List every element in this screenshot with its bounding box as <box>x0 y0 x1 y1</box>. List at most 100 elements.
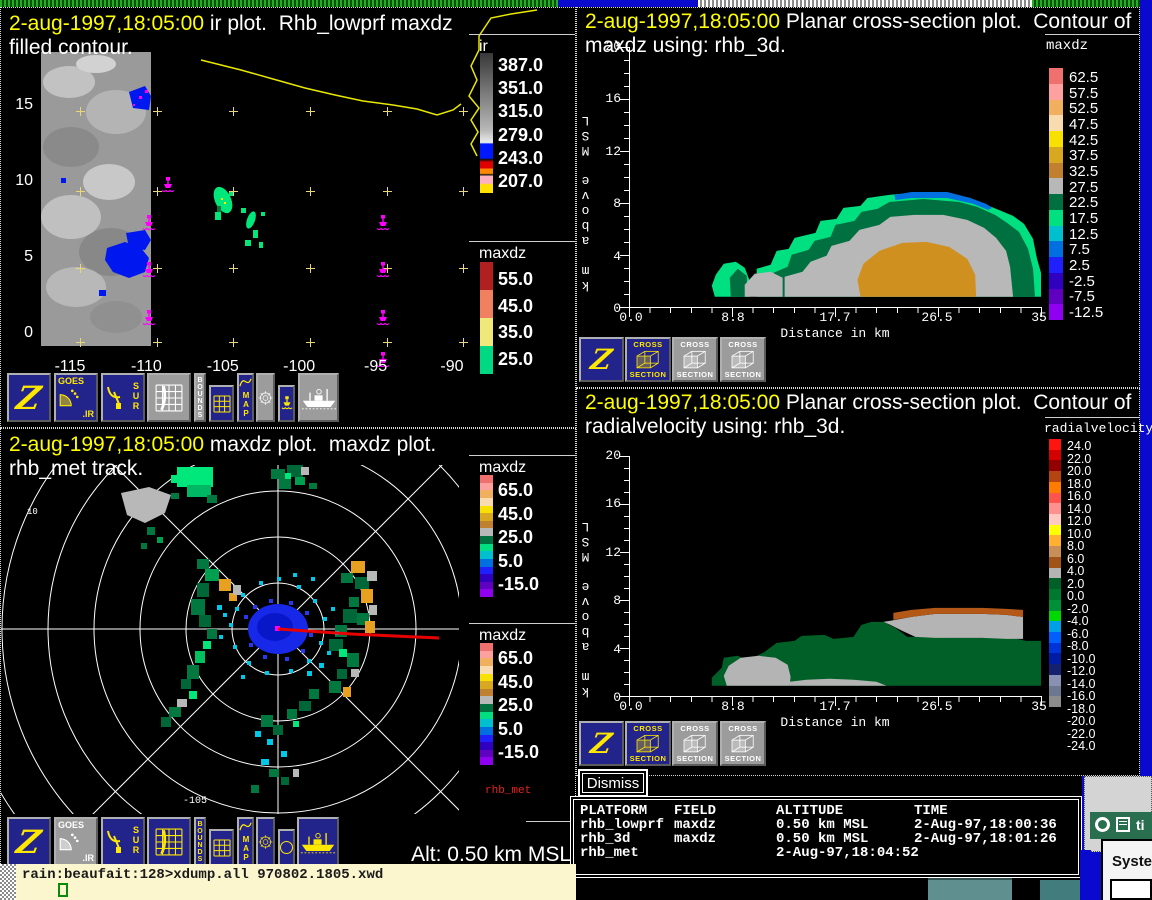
ship-marker-icon <box>142 310 156 327</box>
colorbar-segment <box>480 506 493 514</box>
colorbar-value: 2.5 <box>1069 258 1121 273</box>
radialvelocity-contour-plot[interactable] <box>630 456 1041 696</box>
satellite-dish-icon <box>58 388 80 408</box>
radar-grid-button[interactable] <box>147 373 191 422</box>
plus-mark-icon <box>229 187 238 196</box>
top-border-green2 <box>1032 0 1140 7</box>
colorbar-value: 387.0 <box>498 56 558 74</box>
y-tick-label: 10 <box>9 172 33 190</box>
plus-mark-icon <box>76 187 85 196</box>
colorbar-value: 4.0 <box>1067 565 1119 578</box>
map-button[interactable]: MAP <box>237 817 254 866</box>
cross-section-button-3[interactable]: CROSS SECTION <box>720 721 766 766</box>
xterm-window[interactable]: rain:beaufait:128>xdump.all 970802.1805.… <box>0 864 576 900</box>
radar-dish-icon <box>106 828 128 854</box>
goes-label: GOES <box>58 376 84 386</box>
zebra-logo-button[interactable]: Z <box>7 373 51 422</box>
colorbar-value: 47.5 <box>1069 117 1121 132</box>
colorbar-segment <box>480 536 493 544</box>
bounds-button[interactable]: BOUNDS <box>194 373 206 422</box>
top-border-grey <box>698 0 1032 7</box>
legend-separator <box>469 455 575 456</box>
legend-separator <box>469 623 575 624</box>
zebra-logo-button[interactable]: Z <box>7 817 51 866</box>
radar-grid-button[interactable] <box>147 817 191 866</box>
legend-separator <box>526 821 574 822</box>
colorbar-segment <box>1049 450 1061 461</box>
circle-button[interactable] <box>278 829 295 866</box>
zebra-logo-button[interactable]: Z <box>579 721 624 766</box>
ship-button[interactable] <box>298 373 339 422</box>
panel-ir-plot: 2-aug-1997,18:05:00 ir plot. Rhb_lowprf … <box>0 7 576 428</box>
colorbar-segment <box>1049 163 1063 179</box>
colorbar-segment <box>1049 514 1061 525</box>
colorbar-segment <box>1049 546 1061 557</box>
cross-label: CROSS <box>680 725 709 733</box>
y-tick-label: 16 <box>601 497 621 510</box>
plus-mark-icon <box>459 264 468 273</box>
ship-marker-icon <box>142 262 156 279</box>
ppi-radar-display[interactable] <box>1 465 459 814</box>
small-grid-button[interactable] <box>209 385 234 422</box>
cell: 2-Aug-97,18:04:52 <box>776 845 919 861</box>
buoy-button[interactable] <box>278 385 295 422</box>
small-grid-button[interactable] <box>209 829 234 866</box>
status-row: rhb_3d maxdz 0.50 km MSL 2-Aug-97,18:01:… <box>574 831 1078 846</box>
window-menu-circle-icon[interactable] <box>1095 817 1110 832</box>
maxdz-contour-plot[interactable] <box>630 47 1041 307</box>
colorbar-segment <box>1049 194 1063 210</box>
colorbar-segment <box>1049 210 1063 226</box>
plus-mark-icon <box>306 187 315 196</box>
cube-icon <box>679 349 711 371</box>
colorbar-segment <box>1049 664 1061 675</box>
dismiss-button[interactable]: Dismiss <box>578 769 648 797</box>
colorbar-value: 45.0 <box>498 297 558 315</box>
map-label: MAP <box>242 835 250 862</box>
azimuth-wheel-button[interactable] <box>256 373 275 422</box>
cross-section-button-2[interactable]: CROSS SECTION <box>672 721 718 766</box>
y-minor-ticks <box>624 47 629 309</box>
colorbar-value: -4.0 <box>1067 615 1119 628</box>
cross-section-button-3[interactable]: CROSS SECTION <box>720 337 766 382</box>
y-axis-title: km above MSL <box>579 519 592 699</box>
window-doc-icon[interactable] <box>1116 817 1130 832</box>
ship-button[interactable] <box>297 817 339 866</box>
colorbar-label: radialvelocity <box>1044 421 1152 436</box>
ir-colorbar-values: 387.0351.0315.0279.0243.0207.0 <box>498 56 558 190</box>
colorbar-segment <box>1049 578 1061 589</box>
colorbar-segment <box>480 490 493 498</box>
cross-section-button-1[interactable]: CROSS SECTION <box>625 337 671 382</box>
colorbar-segment <box>1049 131 1063 147</box>
map-button[interactable]: MAP <box>237 373 254 422</box>
x-tick-label: 8.8 <box>716 700 750 713</box>
section-label: SECTION <box>677 755 714 763</box>
zebra-z-icon: Z <box>14 823 44 861</box>
surveillance-radar-button[interactable]: SUR <box>101 373 145 422</box>
goes-label: GOES <box>58 820 84 830</box>
zebra-display-root: 2-aug-1997,18:05:00 ir plot. Rhb_lowprf … <box>0 0 1152 900</box>
surveillance-radar-button[interactable]: SUR <box>101 817 145 866</box>
goes-ir-button[interactable]: GOES .IR <box>54 373 98 422</box>
tim-window-titlebar[interactable]: ti <box>1090 812 1152 839</box>
goes-ir-button[interactable]: GOES .IR <box>54 817 98 866</box>
azimuth-wheel-button[interactable] <box>256 817 275 866</box>
colorbar-segment <box>480 544 493 552</box>
plus-mark-icon <box>459 338 468 347</box>
y-tick-label: 8 <box>601 197 621 210</box>
ir-plot-title: 2-aug-1997,18:05:00 ir plot. Rhb_lowprf … <box>9 12 453 36</box>
ir-y-axis-labels: 151050 <box>9 96 33 342</box>
colorbar-values: 62.557.552.547.542.537.532.527.522.517.5… <box>1069 70 1121 320</box>
plus-mark-icon <box>383 187 392 196</box>
system-window-inner-box[interactable] <box>1110 879 1152 900</box>
bounds-button[interactable]: BOUNDS <box>194 817 206 866</box>
title-text: Planar cross-section plot. Contour of <box>780 391 1131 414</box>
cross-section-button-1[interactable]: CROSS SECTION <box>625 721 671 766</box>
colorbar-value: 5.0 <box>498 720 558 738</box>
cube-icon <box>727 349 759 371</box>
colorbar-value: -24.0 <box>1067 740 1119 753</box>
colorbar-value: -8.0 <box>1067 640 1119 653</box>
zebra-logo-button[interactable]: Z <box>579 337 624 382</box>
cross-section-button-2[interactable]: CROSS SECTION <box>672 337 718 382</box>
plus-mark-icon <box>229 107 238 116</box>
xterm-scrollbar[interactable] <box>0 864 16 900</box>
